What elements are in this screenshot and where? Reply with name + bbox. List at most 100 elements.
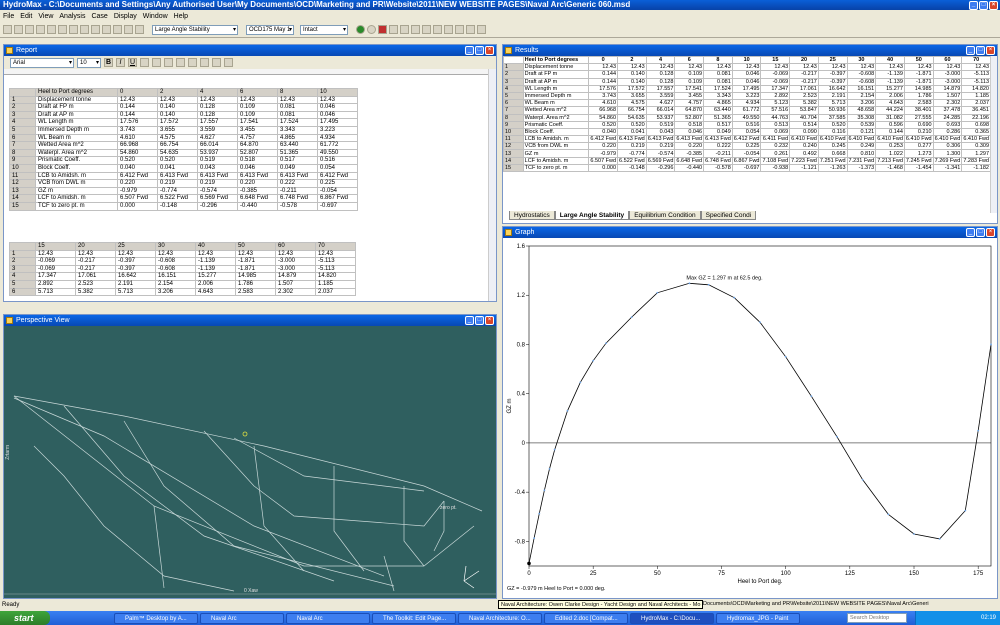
shrink-icon[interactable] [124,25,133,34]
table-row[interactable]: 3 Draft at AP m 0.144 0.140 0.128 0.109 0.081 0… [9,110,358,120]
maximize-icon[interactable]: □ [976,228,985,237]
start-analysis-icon[interactable] [356,25,365,34]
results-row[interactable]: 5 Immersed Depth m 3.743 3.655 3.559 3.455 3.3… [503,91,991,101]
open-icon[interactable] [14,25,23,34]
menu-item-edit[interactable]: Edit [17,13,35,20]
results-row[interactable]: 2 Draft at FP m 0.144 0.140 0.128 0.109 0.081 0… [503,70,991,79]
taskbar-item[interactable]: Edited 2.doc [Compat... [544,612,628,624]
results-row[interactable]: 15 TCF to zero pt. m 0.000 -0.148 -0.296 -0.4… [503,163,991,173]
loadcase-select[interactable]: OCD175 May 1 [246,24,294,35]
window-layout-7-icon[interactable] [455,25,464,34]
menu-item-case[interactable]: Case [88,13,110,20]
new-icon[interactable] [3,25,12,34]
results-row[interactable]: 1 Displacement tonne 12.43 12.43 12.43 12.43 1… [503,63,991,72]
tab-hydrostatics[interactable]: Hydrostatics [509,211,555,220]
close-icon[interactable]: × [986,228,995,237]
fit-icon[interactable] [135,25,144,34]
table-row[interactable]: 6 WL Beam m 4.610 4.575 4.627 4.757 4.865 4.934 [9,133,358,143]
maximize-icon[interactable]: □ [475,46,484,55]
justify-icon[interactable] [176,58,185,67]
menu-item-view[interactable]: View [35,13,56,20]
table-row[interactable]: 2 -0.069 -0.217 -0.397 -0.608 -1.139 -1.871 -3.… [9,257,356,266]
table-row[interactable]: 5 Immersed Depth m 3.743 3.655 3.559 3.455 3.3… [9,125,358,135]
taskbar-item[interactable]: The Toolkit: Edit Page... [372,612,456,624]
results-row[interactable]: 12 VCB from DWL m 0.220 0.219 0.219 0.220 0.22… [503,142,991,151]
taskbar-item[interactable]: HydroMax - C:\Docu... [630,612,714,624]
hull-wireframe[interactable] [4,326,496,598]
table-row[interactable]: 5 2.892 2.523 2.191 2.154 2.006 1.786 1.507 1.18… [9,279,356,289]
maximize-icon[interactable]: □ [976,46,985,55]
analysis-type-select[interactable]: Large Angle Stability [152,24,238,35]
pan-icon[interactable] [91,25,100,34]
taskbar-item[interactable]: Naval Arc [286,612,370,624]
menu-item-analysis[interactable]: Analysis [56,13,88,20]
table-row[interactable]: 4 17.347 17.061 16.642 16.151 15.277 14.985 14.… [9,272,356,281]
taskbar-item[interactable]: Naval Architecture: O... [458,612,542,624]
tab-large-angle-stability[interactable]: Large Angle Stability [554,211,630,220]
report-scrollbar[interactable] [488,69,496,301]
close-icon[interactable]: × [485,46,494,55]
results-row[interactable]: 6 WL Beam m 4.610 4.575 4.627 4.757 4.865 4.934… [503,99,991,108]
close-icon[interactable]: × [989,1,998,10]
maximize-icon[interactable]: □ [475,316,484,325]
zoom-icon[interactable] [80,25,89,34]
taskbar-item[interactable]: Palm™ Desktop by A... [114,612,198,624]
gz-chart[interactable]: 0 25 50 75 100 125 150 175 -0.8 -0.4 0 0.4 0.8 1.2 1.6… [503,238,997,598]
minimize-icon[interactable]: _ [969,1,978,10]
window-layout-6-icon[interactable] [444,25,453,34]
start-button[interactable]: start [0,611,50,625]
bold-icon[interactable]: B [104,58,113,67]
cell-format-icon[interactable] [200,58,209,67]
window-layout-9-icon[interactable] [477,25,486,34]
italic-icon[interactable]: I [116,58,125,67]
results-scrollbar[interactable] [990,56,997,213]
desktop-search-input[interactable]: Search Desktop [847,613,907,623]
insert-table-icon[interactable] [212,58,221,67]
print-icon[interactable] [36,25,45,34]
paste-icon[interactable] [69,25,78,34]
results-row[interactable]: 3 Draft at AP m 0.144 0.140 0.128 0.109 0.081 0… [503,77,991,86]
minimize-icon[interactable]: _ [966,46,975,55]
minimize-icon[interactable]: _ [465,316,474,325]
font-select[interactable]: Arial [10,57,74,68]
taskbar-item[interactable]: Hydromax_JPG - Paint [716,612,800,624]
results-row[interactable]: 9 Prismatic Coeff. 0.520 0.520 0.519 0.518 0.5… [503,120,991,129]
results-row[interactable]: 4 WL Length m 17.576 17.572 17.557 17.541 17.5… [503,84,991,93]
close-icon[interactable]: × [986,46,995,55]
align-right-icon[interactable] [164,58,173,67]
condition-select[interactable]: Intact [300,24,348,35]
copy-icon[interactable] [58,25,67,34]
table-row[interactable]: 9 Prismatic Coeff. 0.520 0.520 0.519 0.518 0.5… [9,156,358,165]
tab-specified-condi[interactable]: Specified Condi [700,211,757,220]
table-row[interactable]: 4 WL Length m 17.576 17.572 17.557 17.541 17.5… [9,118,358,127]
save-icon[interactable] [25,25,34,34]
table-row[interactable]: 15 TCF to zero pt. m 0.000 -0.148 -0.296 -0.4… [9,201,358,211]
table-row[interactable]: 14 LCF to Amidsh. m 6.507 Fwd 6.522 Fwd 6.56… [9,194,358,203]
window-layout-1-icon[interactable] [389,25,398,34]
pause-icon[interactable] [367,25,376,34]
table-row[interactable]: 12 VCB from DWL m 0.220 0.219 0.219 0.220 0.22… [9,179,358,188]
results-row[interactable]: 13 GZ m -0.979 -0.774 -0.574 -0.385 -0.211 -0.0… [503,149,991,158]
results-row[interactable]: 10 Block Coeff. 0.040 0.041 0.043 0.046 0.049 0… [503,127,991,137]
table-row[interactable]: 6 5.713 5.382 5.713 3.206 4.643 2.583 2.302 2.03… [9,287,356,297]
results-row[interactable]: 14 LCF to Amidsh. m 6.507 Fwd 6.522 Fwd 6.56… [503,156,991,165]
results-table[interactable]: Heel to Port degrees 0 2 4 6 8 10 15 20 25 30 40 50 6… [503,56,991,173]
home-view-icon[interactable] [113,25,122,34]
align-left-icon[interactable] [140,58,149,67]
maximize-icon[interactable]: □ [979,1,988,10]
results-row[interactable]: 8 Waterpl. Area m^2 54.860 54.635 53.937 52.8… [503,113,991,122]
rotate-icon[interactable] [102,25,111,34]
window-layout-4-icon[interactable] [422,25,431,34]
table-row[interactable]: 1 12.43 12.43 12.43 12.43 12.43 12.43 12.43 12.4… [9,249,356,259]
table-row[interactable]: 2 Draft at FP m 0.144 0.140 0.128 0.109 0.081 0… [9,103,358,112]
window-layout-8-icon[interactable] [466,25,475,34]
tab-equilibrium-condition[interactable]: Equilibrium Condition [629,211,701,220]
stop-icon[interactable] [378,25,387,34]
table-row[interactable]: 13 GZ m -0.979 -0.774 -0.574 -0.385 -0.211 -0.0… [9,186,358,196]
close-icon[interactable]: × [485,316,494,325]
minimize-icon[interactable]: _ [465,46,474,55]
font-size-select[interactable]: 10 [77,57,101,68]
align-center-icon[interactable] [152,58,161,67]
results-row[interactable]: 11 LCB to Amidsh. m 6.412 Fwd 6.413 Fwd 6.41… [503,135,991,144]
minimize-icon[interactable]: _ [966,228,975,237]
